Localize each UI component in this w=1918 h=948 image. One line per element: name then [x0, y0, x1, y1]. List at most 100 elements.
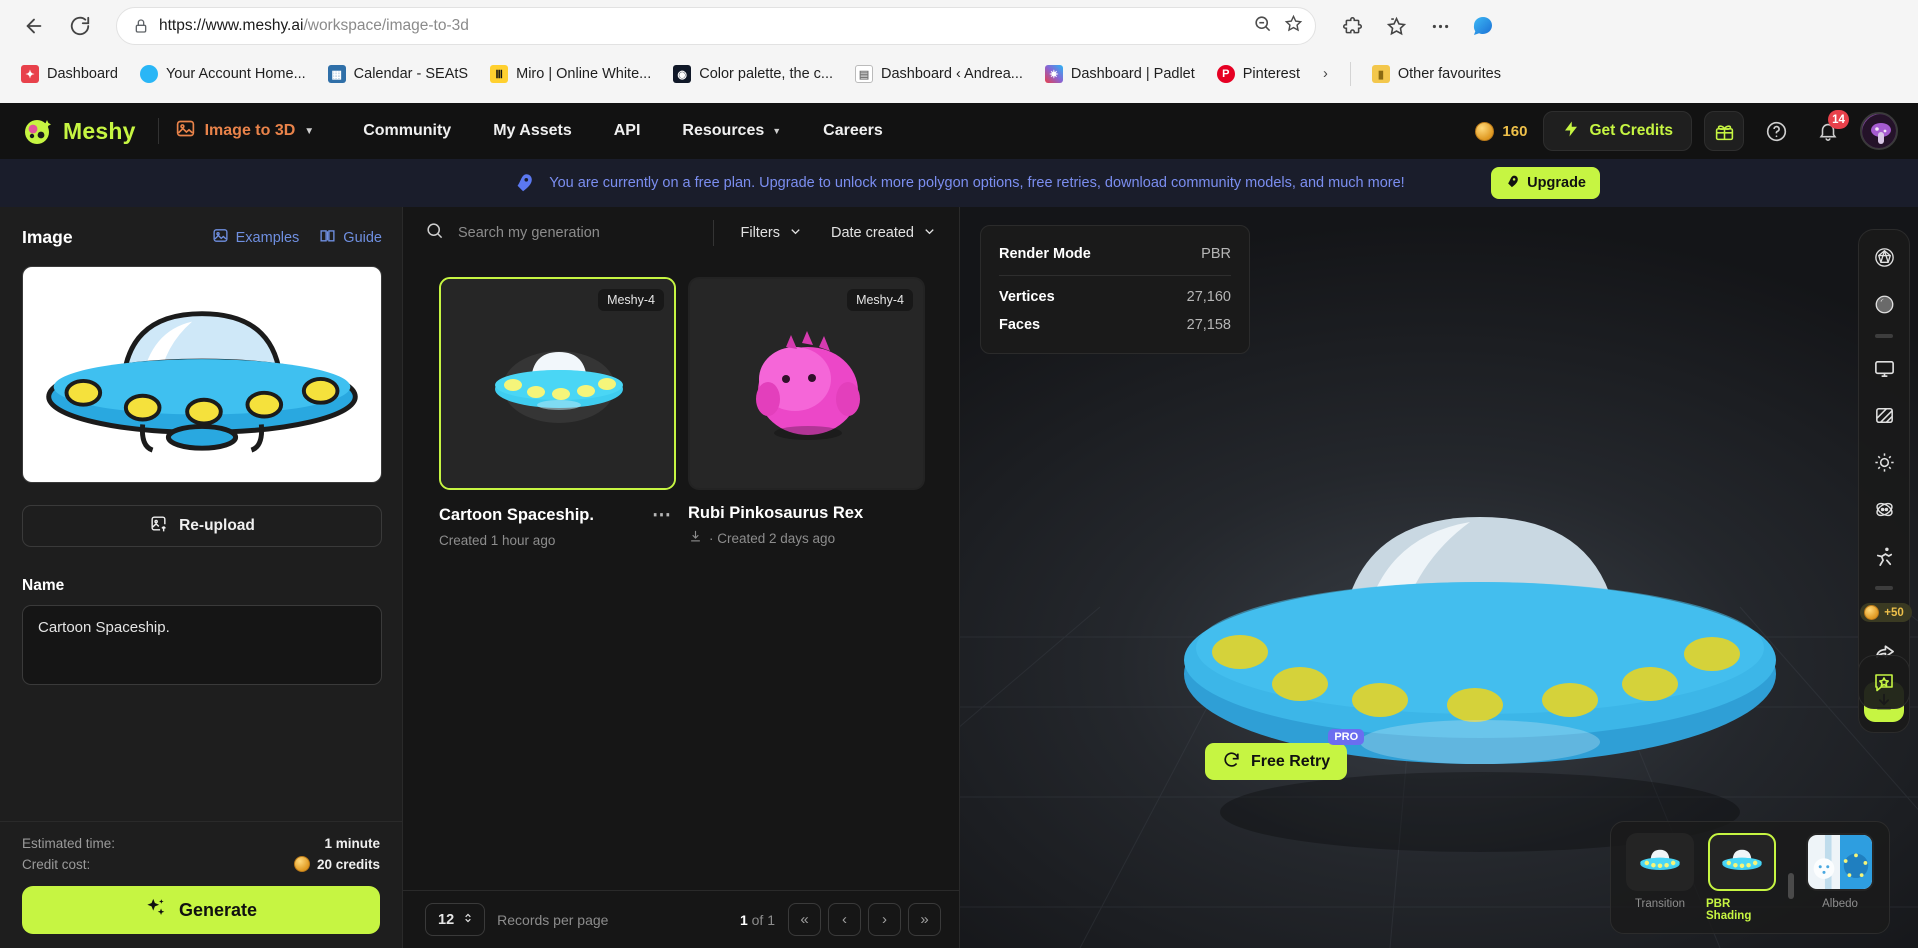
nav-item-my-assets[interactable]: My Assets — [472, 111, 593, 151]
bookmark-star-icon[interactable] — [1284, 14, 1303, 38]
filters-dropdown[interactable]: Filters — [732, 224, 810, 243]
lighting-icon[interactable] — [1867, 445, 1901, 479]
free-retry-label: Free Retry — [1251, 752, 1331, 770]
upgrade-button-label: Upgrade — [1527, 175, 1586, 191]
nav-item-api[interactable]: API — [593, 111, 662, 151]
bookmark-item[interactable]: P Pinterest — [1208, 60, 1309, 88]
url-text: https://www.meshy.ai/workspace/image-to-… — [159, 17, 469, 34]
bookmark-item[interactable]: ✷ Dashboard | Padlet — [1036, 60, 1204, 88]
bookmark-item[interactable]: ▤ Dashboard ‹ Andrea... — [846, 60, 1032, 88]
bookmark-item[interactable]: ◉ Color palette, the c... — [664, 60, 842, 88]
generate-button[interactable]: Generate — [22, 886, 380, 934]
more-options-icon[interactable] — [1420, 6, 1460, 46]
wireframe-sphere-icon[interactable] — [1867, 240, 1901, 274]
uploaded-image-preview[interactable] — [22, 266, 382, 483]
name-input[interactable]: Cartoon Spaceship. — [22, 605, 382, 685]
search-icon — [425, 221, 444, 245]
bookmark-item[interactable]: ▦ Calendar - SEAtS — [319, 60, 477, 88]
omnibox-actions — [1253, 14, 1303, 38]
copilot-icon[interactable] — [1464, 7, 1502, 45]
vertices-label: Vertices — [999, 289, 1055, 305]
bookmark-item[interactable]: Your Account Home... — [131, 60, 315, 88]
address-bar[interactable]: https://www.meshy.ai/workspace/image-to-… — [116, 7, 1316, 45]
bookmarks-bar: ✦ Dashboard Your Account Home... ▦ Calen… — [0, 52, 1918, 96]
generations-panel: Search my generation Filters Date create… — [403, 207, 960, 948]
material-sphere-icon[interactable] — [1867, 287, 1901, 321]
feedback-icon[interactable] — [1867, 665, 1901, 699]
padlet-favicon: ✷ — [1044, 65, 1063, 83]
pagination-controls: 1 of 1 « ‹ › » — [740, 903, 941, 936]
credit-balance[interactable]: 160 — [1475, 121, 1531, 141]
meshy-logo[interactable]: Meshy — [20, 114, 158, 148]
examples-link[interactable]: Examples — [212, 227, 300, 248]
generation-title-row: Cartoon Spaceship. ⋯ — [439, 504, 676, 527]
spaceship-mini-icon — [1640, 849, 1680, 870]
current-page: 1 — [739, 911, 748, 928]
thumb-label: Transition — [1634, 898, 1686, 910]
prev-page-button[interactable]: ‹ — [828, 903, 861, 936]
bookmark-item[interactable]: ✦ Dashboard — [12, 60, 127, 88]
upgrade-button[interactable]: Upgrade — [1491, 167, 1600, 199]
credit-cost-value-wrap: 20 credits — [293, 856, 380, 872]
thumb-albedo[interactable]: Albedo — [1804, 833, 1876, 910]
sparkle-icon — [145, 897, 167, 924]
texture-icon[interactable] — [1867, 398, 1901, 432]
date-created-dropdown[interactable]: Date created — [823, 224, 945, 243]
free-retry-button[interactable]: Free Retry PRO — [1205, 729, 1365, 780]
generation-thumbnail[interactable]: Meshy-4 — [688, 277, 925, 490]
reward-badge: +50 — [1860, 603, 1912, 622]
nav-item-careers[interactable]: Careers — [802, 111, 904, 151]
bookmarks-overflow-button[interactable]: › — [1313, 62, 1338, 86]
rocket-icon — [513, 172, 535, 194]
other-favourites-folder[interactable]: ▮ Other favourites — [1363, 60, 1510, 88]
thumbstrip-drag-handle[interactable] — [1788, 872, 1794, 899]
re-upload-button[interactable]: Re-upload — [22, 505, 382, 547]
stepper-icon[interactable] — [461, 911, 475, 929]
generation-card[interactable]: Meshy-4 Cartoon Spaceship. ⋯ Created 1 h… — [439, 277, 676, 548]
page-favicon: ▤ — [855, 65, 874, 83]
render-mode-label: Render Mode — [999, 246, 1091, 262]
thumb-transition[interactable]: Transition — [1624, 833, 1696, 910]
records-per-page-label: Records per page — [497, 911, 609, 928]
spaceship-mini-icon — [1722, 849, 1762, 870]
last-page-button[interactable]: » — [908, 903, 941, 936]
model-viewer[interactable]: Render Mode PBR Vertices 27,160 Faces 27… — [960, 207, 1918, 948]
examples-label: Examples — [235, 229, 300, 246]
reload-button[interactable] — [60, 6, 100, 46]
nav-item-resources[interactable]: Resources ▼ — [661, 111, 802, 151]
thumb-preview[interactable] — [1626, 833, 1694, 891]
extensions-icon[interactable] — [1332, 6, 1372, 46]
lightning-icon — [1562, 120, 1580, 143]
generation-card[interactable]: Meshy-4 Rubi Pinkosaurus Rex · Created 2… — [688, 277, 925, 548]
back-button[interactable] — [14, 6, 54, 46]
next-page-button[interactable]: › — [868, 903, 901, 936]
bookmark-label: Dashboard | Padlet — [1070, 66, 1195, 82]
miro-favicon: Ⅲ — [490, 65, 509, 83]
thumb-pbr-shading[interactable]: PBR Shading — [1706, 833, 1778, 922]
favorites-icon[interactable] — [1376, 6, 1416, 46]
help-icon[interactable] — [1756, 111, 1796, 151]
card-more-options-icon[interactable]: ⋯ — [652, 504, 676, 527]
gift-icon[interactable] — [1704, 111, 1744, 151]
avatar[interactable] — [1860, 112, 1898, 150]
generation-thumbnail[interactable]: Meshy-4 — [439, 277, 676, 490]
bookmark-item[interactable]: Ⅲ Miro | Online White... — [481, 60, 660, 88]
physics-icon[interactable] — [1867, 492, 1901, 526]
first-page-button[interactable]: « — [788, 903, 821, 936]
display-icon[interactable] — [1867, 351, 1901, 385]
guide-link[interactable]: Guide — [319, 227, 382, 248]
animate-icon[interactable] — [1867, 539, 1901, 573]
nav-item-community[interactable]: Community — [342, 111, 472, 151]
render-mode-value: PBR — [1201, 246, 1231, 262]
get-credits-button[interactable]: Get Credits — [1543, 111, 1692, 151]
credit-cost-value: 20 credits — [316, 856, 380, 872]
thumb-preview[interactable] — [1708, 833, 1776, 891]
chevron-down-icon[interactable]: ▼ — [304, 126, 314, 137]
search-input[interactable]: Search my generation — [425, 221, 695, 245]
records-per-page-stepper[interactable]: 12 — [425, 903, 486, 936]
thumb-preview[interactable] — [1806, 833, 1874, 891]
zoom-out-icon[interactable] — [1253, 14, 1272, 38]
image-panel: Image Examples Guide Re-upload Name Cart… — [0, 207, 403, 948]
notifications-icon[interactable]: 14 — [1808, 110, 1849, 151]
mode-selector-image-to-3d[interactable]: Image to 3D ▼ — [159, 111, 329, 151]
